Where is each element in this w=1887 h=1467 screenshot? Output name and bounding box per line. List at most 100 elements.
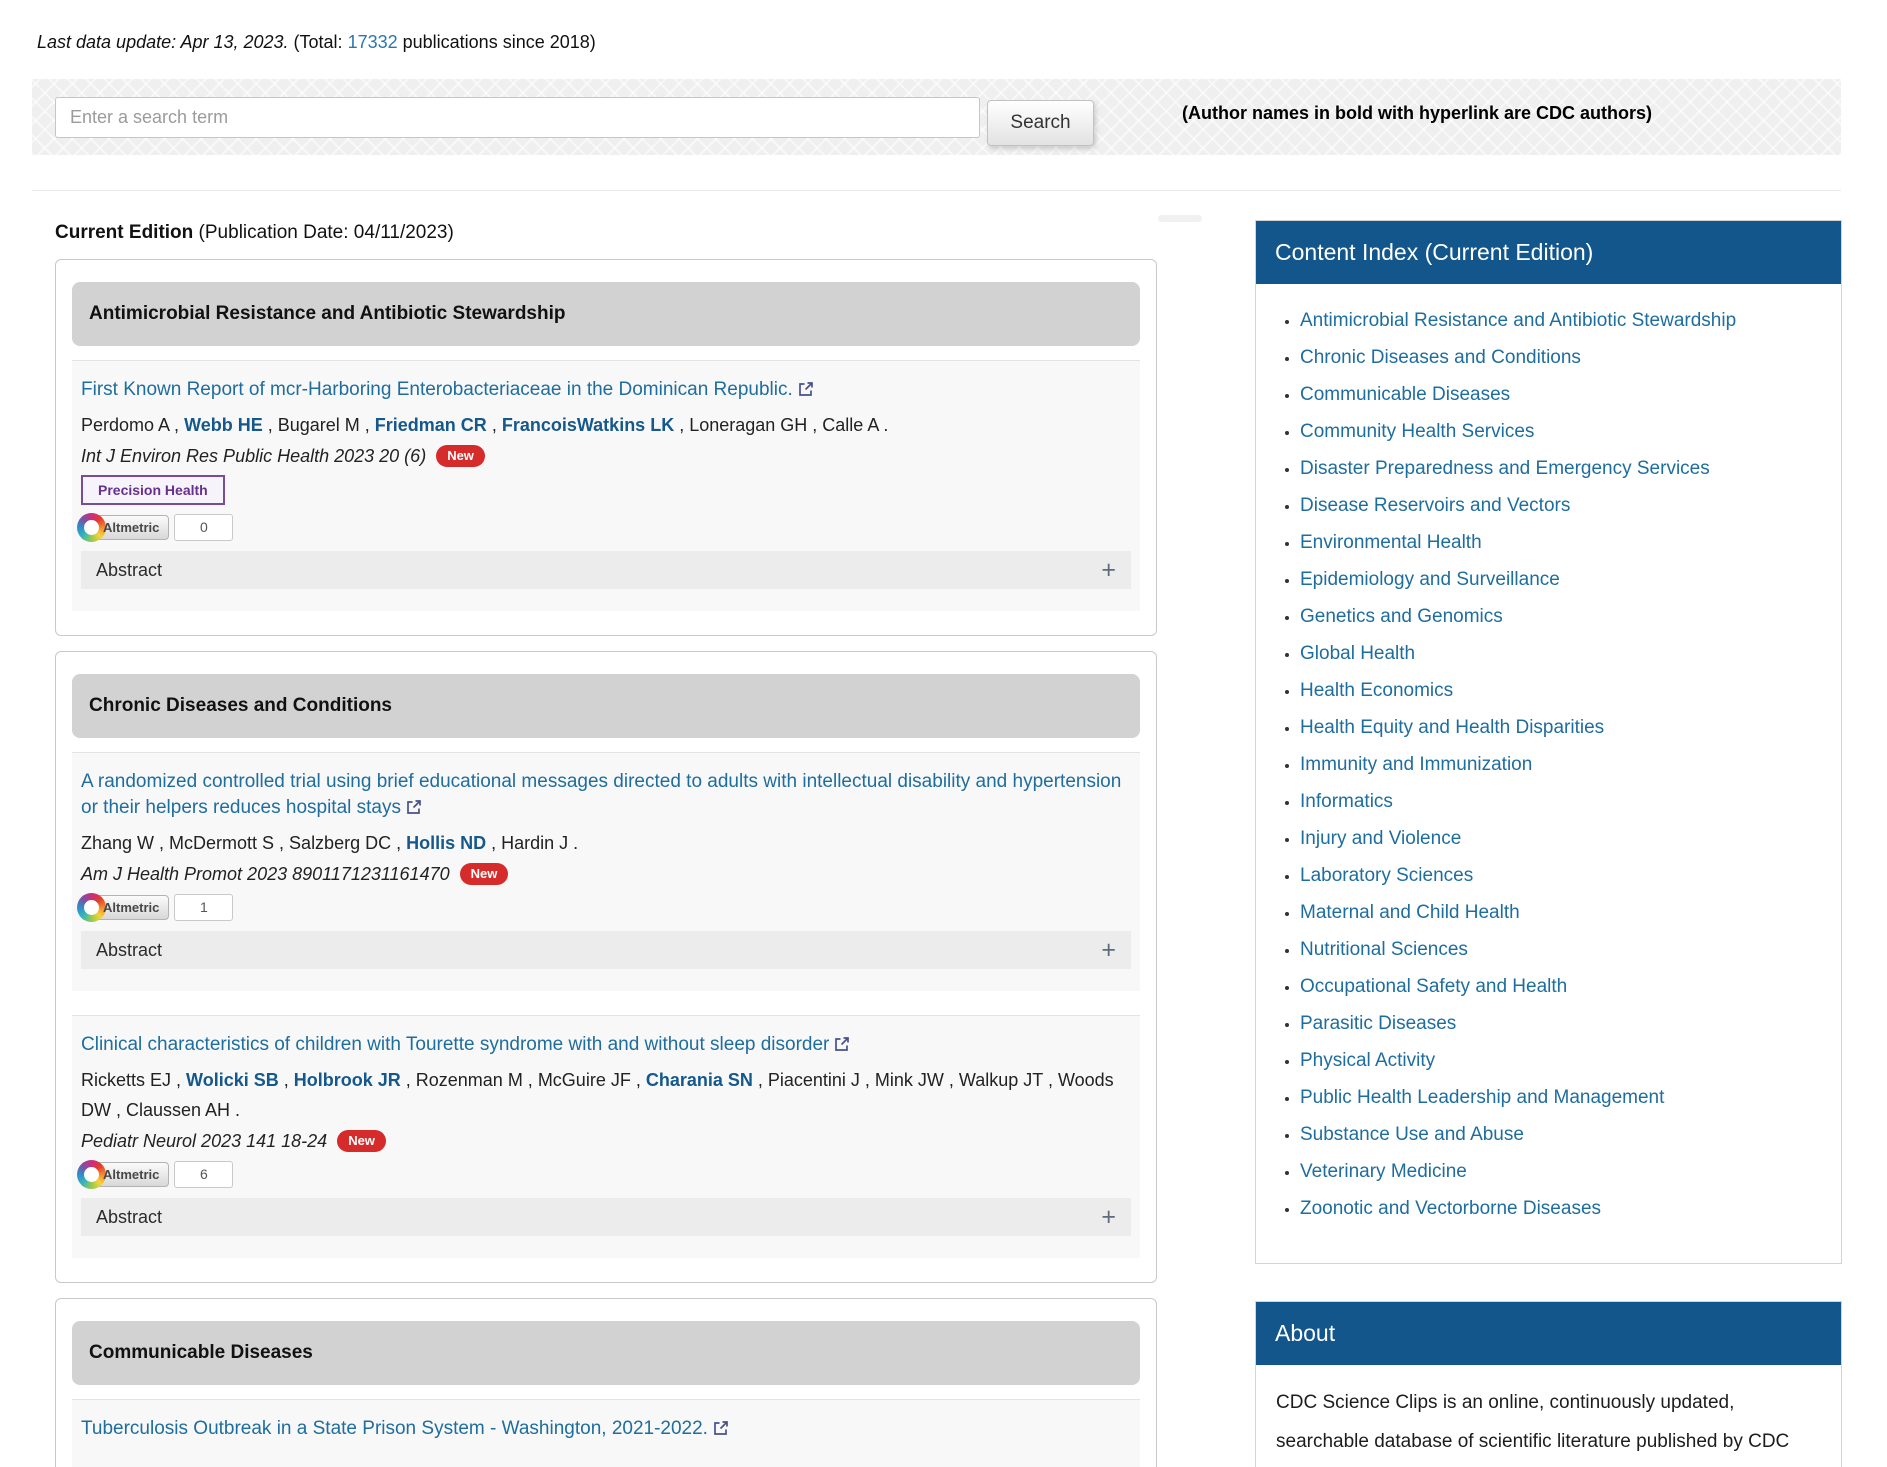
content-index-link[interactable]: Epidemiology and Surveillance bbox=[1300, 569, 1825, 591]
content-index-link[interactable]: Substance Use and Abuse bbox=[1300, 1124, 1825, 1146]
last-update-text: Last data update: Apr 13, 2023. bbox=[37, 32, 289, 52]
author-name[interactable]: Webb HE bbox=[184, 415, 263, 435]
expand-plus-icon[interactable]: + bbox=[1101, 1207, 1116, 1227]
content-index-link[interactable]: Injury and Violence bbox=[1300, 828, 1825, 850]
abstract-label: Abstract bbox=[96, 560, 162, 581]
author-name[interactable]: Friedman CR bbox=[375, 415, 487, 435]
new-badge: New bbox=[337, 1130, 386, 1152]
author-name: , bbox=[279, 1070, 294, 1090]
content-index-link[interactable]: Health Economics bbox=[1300, 680, 1825, 702]
content-index-link[interactable]: Parasitic Diseases bbox=[1300, 1013, 1825, 1035]
edition-title: Current Edition bbox=[55, 222, 193, 243]
altmetric-score: 0 bbox=[174, 514, 233, 541]
altmetric-badge[interactable]: Altmetric bbox=[81, 895, 169, 920]
author-name[interactable]: FrancoisWatkins LK bbox=[502, 415, 674, 435]
content-index-link[interactable]: Physical Activity bbox=[1300, 1050, 1825, 1072]
journal-line: Pediatr Neurol 2023 141 18-24 New bbox=[81, 1130, 1131, 1152]
author-line: Ricketts EJ , Wolicki SB , Holbrook JR ,… bbox=[81, 1065, 1131, 1125]
external-link-icon[interactable] bbox=[714, 1417, 728, 1443]
total-publications-link[interactable]: 17332 bbox=[348, 32, 398, 52]
article-title-text[interactable]: First Known Report of mcr-Harboring Ente… bbox=[81, 379, 793, 400]
author-name: , bbox=[487, 415, 502, 435]
search-button[interactable]: Search bbox=[987, 100, 1094, 146]
journal-line: Am J Health Promot 2023 8901171231161470… bbox=[81, 863, 1131, 885]
content-index-link[interactable]: Communicable Diseases bbox=[1300, 384, 1825, 406]
external-link-icon[interactable] bbox=[799, 378, 813, 404]
sidebar: Content Index (Current Edition) Antimicr… bbox=[1255, 220, 1842, 1467]
external-link-icon[interactable] bbox=[835, 1033, 849, 1059]
author-name: Perdomo A , bbox=[81, 415, 184, 435]
author-name[interactable]: Wolicki SB bbox=[186, 1070, 279, 1090]
decorative-box bbox=[1158, 215, 1202, 222]
altmetric-donut-icon bbox=[77, 893, 106, 922]
content-index-link[interactable]: Laboratory Sciences bbox=[1300, 865, 1825, 887]
author-name: , Hardin J . bbox=[486, 833, 578, 853]
content-index-link[interactable]: Nutritional Sciences bbox=[1300, 939, 1825, 961]
author-name[interactable]: Charania SN bbox=[646, 1070, 753, 1090]
content-index-link[interactable]: Disaster Preparedness and Emergency Serv… bbox=[1300, 458, 1825, 480]
article-title-text[interactable]: Clinical characteristics of children wit… bbox=[81, 1034, 829, 1055]
content-index-link[interactable]: Disease Reservoirs and Vectors bbox=[1300, 495, 1825, 517]
author-name: Ricketts EJ , bbox=[81, 1070, 186, 1090]
content-index-link[interactable]: Community Health Services bbox=[1300, 421, 1825, 443]
journal-citation: Am J Health Promot 2023 8901171231161470 bbox=[81, 864, 450, 884]
external-link-icon[interactable] bbox=[407, 796, 421, 822]
article-title-link[interactable]: First Known Report of mcr-Harboring Ente… bbox=[81, 377, 1131, 404]
article-title-link[interactable]: Tuberculosis Outbreak in a State Prison … bbox=[81, 1416, 1131, 1443]
altmetric-badge[interactable]: Altmetric bbox=[81, 515, 169, 540]
content-index-link[interactable]: Public Health Leadership and Management bbox=[1300, 1087, 1825, 1109]
content-index-link[interactable]: Antimicrobial Resistance and Antibiotic … bbox=[1300, 310, 1825, 332]
altmetric-label: Altmetric bbox=[103, 900, 159, 915]
altmetric-row: Altmetric 6 bbox=[81, 1160, 1131, 1188]
content-index-link[interactable]: Environmental Health bbox=[1300, 532, 1825, 554]
topic-badge[interactable]: Precision Health bbox=[81, 475, 225, 505]
content-index-link[interactable]: Global Health bbox=[1300, 643, 1825, 665]
altmetric-row: Altmetric 1 bbox=[81, 893, 1131, 921]
content-index-link[interactable]: Genetics and Genomics bbox=[1300, 606, 1825, 628]
main-column: Current Edition (Publication Date: 04/11… bbox=[55, 222, 1157, 1467]
section-header: Chronic Diseases and Conditions bbox=[72, 674, 1140, 738]
author-line: Zhang W , McDermott S , Salzberg DC , Ho… bbox=[81, 828, 1131, 858]
altmetric-donut-icon bbox=[77, 513, 106, 542]
article-title-link[interactable]: A randomized controlled trial using brie… bbox=[81, 769, 1131, 822]
author-name[interactable]: Hollis ND bbox=[406, 833, 486, 853]
author-name: , Rozenman M , McGuire JF , bbox=[401, 1070, 646, 1090]
abstract-toggle[interactable]: Abstract + bbox=[81, 931, 1131, 969]
altmetric-score: 6 bbox=[174, 1161, 233, 1188]
content-index-link[interactable]: Immunity and Immunization bbox=[1300, 754, 1825, 776]
expand-plus-icon[interactable]: + bbox=[1101, 560, 1116, 580]
altmetric-row: Altmetric 0 bbox=[81, 513, 1131, 541]
content-index-link[interactable]: Health Equity and Health Disparities bbox=[1300, 717, 1825, 739]
content-index-link[interactable]: Veterinary Medicine bbox=[1300, 1161, 1825, 1183]
section-header: Antimicrobial Resistance and Antibiotic … bbox=[72, 282, 1140, 346]
article-title-link[interactable]: Clinical characteristics of children wit… bbox=[81, 1032, 1131, 1059]
article-title-text[interactable]: A randomized controlled trial using brie… bbox=[81, 771, 1121, 818]
about-text: CDC Science Clips is an online, continuo… bbox=[1256, 1365, 1841, 1467]
author-name: Zhang W , McDermott S , Salzberg DC , bbox=[81, 833, 406, 853]
page: Last data update: Apr 13, 2023. (Total: … bbox=[0, 0, 1887, 1467]
content-index-link[interactable]: Maternal and Child Health bbox=[1300, 902, 1825, 924]
content-index-list: Antimicrobial Resistance and Antibiotic … bbox=[1256, 284, 1841, 1263]
new-badge: New bbox=[460, 863, 509, 885]
content-index-header: Content Index (Current Edition) bbox=[1256, 221, 1841, 284]
article-card: Clinical characteristics of children wit… bbox=[72, 1015, 1140, 1258]
content-index-link[interactable]: Chronic Diseases and Conditions bbox=[1300, 347, 1825, 369]
new-badge: New bbox=[436, 445, 485, 467]
about-header: About bbox=[1256, 1302, 1841, 1365]
abstract-toggle[interactable]: Abstract + bbox=[81, 1198, 1131, 1236]
content-index-link[interactable]: Zoonotic and Vectorborne Diseases bbox=[1300, 1198, 1825, 1220]
journal-citation: Pediatr Neurol 2023 141 18-24 bbox=[81, 1131, 327, 1151]
content-index-panel: Content Index (Current Edition) Antimicr… bbox=[1255, 220, 1842, 1264]
about-panel: About CDC Science Clips is an online, co… bbox=[1255, 1301, 1842, 1467]
search-input[interactable] bbox=[55, 97, 980, 138]
journal-citation: Int J Environ Res Public Health 2023 20 … bbox=[81, 446, 426, 466]
author-name: , Loneragan GH , Calle A . bbox=[674, 415, 888, 435]
abstract-toggle[interactable]: Abstract + bbox=[81, 551, 1131, 589]
altmetric-badge[interactable]: Altmetric bbox=[81, 1162, 169, 1187]
expand-plus-icon[interactable]: + bbox=[1101, 940, 1116, 960]
article-title-text[interactable]: Tuberculosis Outbreak in a State Prison … bbox=[81, 1418, 708, 1439]
content-index-link[interactable]: Informatics bbox=[1300, 791, 1825, 813]
author-name[interactable]: Holbrook JR bbox=[294, 1070, 401, 1090]
content-index-link[interactable]: Occupational Safety and Health bbox=[1300, 976, 1825, 998]
abstract-label: Abstract bbox=[96, 1207, 162, 1228]
